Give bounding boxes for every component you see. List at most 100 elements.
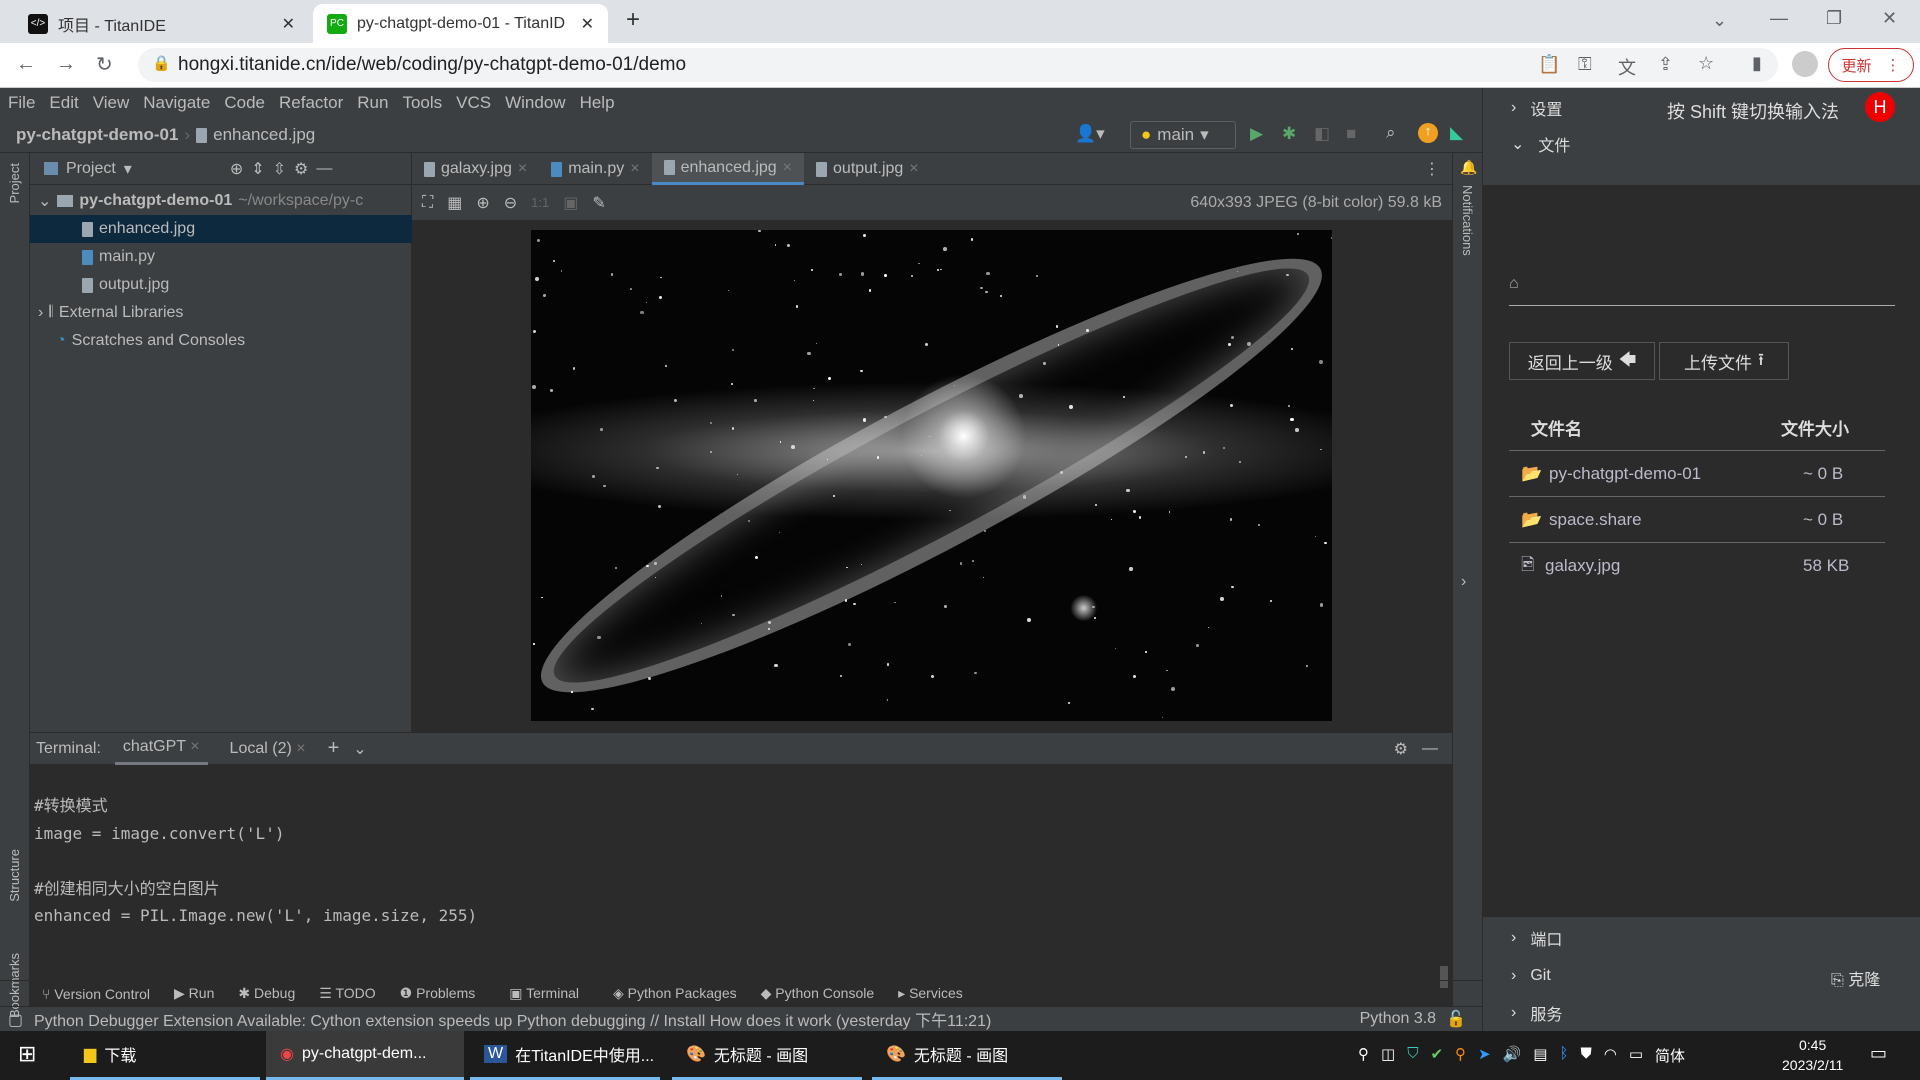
tray-icon[interactable]: ✔ [1430, 1045, 1443, 1066]
zoom-out-icon[interactable]: ⊖ [504, 193, 517, 213]
close-icon[interactable]: × [783, 159, 792, 177]
breadcrumb-project[interactable]: py-chatgpt-demo-01 [16, 125, 178, 145]
battery-icon[interactable]: ▭ [1629, 1045, 1643, 1066]
taskbar-item-downloads[interactable]: ▆ 下载 [70, 1031, 260, 1080]
status-message[interactable]: Python Debugger Extension Available: Cyt… [34, 1007, 991, 1031]
hide-icon[interactable]: — [316, 160, 332, 178]
minimize-icon[interactable]: — [1770, 8, 1788, 29]
add-terminal-icon[interactable]: + [328, 737, 340, 760]
clipboard-icon[interactable]: 📋 [1538, 54, 1560, 75]
more-tabs-icon[interactable]: ⋮ [1412, 153, 1452, 184]
taskbar-item-chrome[interactable]: ◉ py-chatgpt-dem... [266, 1031, 464, 1080]
bookmark-star-icon[interactable]: ☆ [1698, 53, 1714, 74]
search-tray-icon[interactable]: ⚲ [1455, 1045, 1466, 1066]
chevron-down-icon[interactable]: ▾ [124, 159, 132, 179]
close-tab-icon[interactable]: ✕ [581, 14, 594, 34]
tool-python-console[interactable]: ◆ Python Console [761, 985, 875, 1002]
menu-run[interactable]: Run [357, 93, 388, 113]
profile-avatar[interactable] [1792, 51, 1818, 77]
bluetooth-icon[interactable]: ᛒ [1559, 1045, 1568, 1066]
tool-problems[interactable]: ❶ Problems [400, 985, 476, 1002]
terminal-output[interactable]: #转换模式 image = image.convert('L') #创建相同大小… [34, 792, 477, 930]
tool-debug[interactable]: ✱ Debug [238, 985, 295, 1002]
close-icon[interactable]: × [518, 160, 527, 178]
coverage-icon[interactable]: ◧ [1314, 124, 1330, 144]
file-row[interactable]: 📂 space.share ~ 0 B [1509, 497, 1885, 543]
menu-tools[interactable]: Tools [402, 93, 442, 113]
git-section[interactable]: › Git [1511, 961, 1551, 991]
close-icon[interactable]: × [630, 160, 639, 178]
locate-icon[interactable]: ⊕ [230, 159, 243, 179]
tree-file[interactable]: enhanced.jpg [30, 215, 412, 243]
tab-galaxy[interactable]: galaxy.jpg × [412, 153, 539, 185]
file-row[interactable]: 📂 py-chatgpt-demo-01 ~ 0 B [1509, 451, 1885, 497]
tab-output[interactable]: output.jpg × [804, 153, 931, 185]
menu-view[interactable]: View [93, 93, 130, 113]
close-window-icon[interactable]: ✕ [1882, 8, 1897, 29]
tool-run[interactable]: ▶ Run [174, 985, 214, 1002]
key-icon[interactable]: ⚿ [1578, 54, 1592, 75]
forward-icon[interactable]: → [56, 53, 76, 76]
send-icon[interactable]: ➤ [1478, 1045, 1491, 1066]
gear-icon[interactable]: ⚙ [1394, 739, 1408, 759]
wifi-icon[interactable]: ◠ [1604, 1045, 1617, 1066]
close-icon[interactable]: × [909, 160, 918, 178]
tray-icon[interactable]: ⚲ [1358, 1045, 1369, 1066]
tool-todo[interactable]: ☰ TODO [319, 985, 375, 1002]
layout-icon[interactable]: ▢ [8, 1010, 23, 1030]
user-avatar[interactable]: H [1865, 92, 1895, 122]
menu-vcs[interactable]: VCS [456, 93, 491, 113]
tree-scratches[interactable]: ◔ Scratches and Consoles [30, 327, 412, 355]
grid-icon[interactable]: ▦ [447, 193, 462, 213]
tab-main[interactable]: main.py × [539, 153, 651, 185]
update-ide-icon[interactable]: ↑ [1418, 123, 1438, 143]
breadcrumb-file[interactable]: enhanced.jpg [213, 125, 315, 145]
chevron-right-icon[interactable]: › [1461, 573, 1466, 591]
hide-icon[interactable]: — [1422, 740, 1452, 758]
lock-icon[interactable]: 🔓 [1436, 1009, 1482, 1029]
zoom-in-icon[interactable]: ⊕ [476, 193, 489, 213]
project-view-selector[interactable]: Project [66, 160, 116, 178]
reload-icon[interactable]: ↻ [96, 52, 113, 77]
url-bar[interactable]: 🔒 hongxi.titanide.cn/ide/web/coding/py-ch… [138, 48, 1778, 82]
gear-icon[interactable]: ⚙ [294, 159, 308, 179]
notification-center-icon[interactable]: ▭ [1870, 1043, 1887, 1064]
tool-version-control[interactable]: ⑂ Version Control [42, 986, 150, 1002]
shield-icon[interactable]: ⛉ [1407, 1045, 1418, 1066]
menu-file[interactable]: File [8, 93, 35, 113]
display-icon[interactable]: ▤ [1533, 1045, 1547, 1066]
taskbar-item-paint[interactable]: 🎨 无标题 - 画图 [672, 1031, 862, 1080]
upload-button[interactable]: 上传文件 ⭱ [1659, 342, 1789, 380]
terminal-tab-local[interactable]: Local (2) × [222, 734, 314, 764]
back-icon[interactable]: ← [16, 53, 36, 76]
files-section[interactable]: ⌄ 文件 [1511, 129, 1570, 159]
ime-indicator[interactable]: 简体 [1655, 1045, 1685, 1066]
search-icon[interactable]: ⌕ [1386, 123, 1396, 143]
new-tab-icon[interactable]: + [626, 6, 640, 34]
tab-search-icon[interactable]: ⌄ [1712, 10, 1727, 31]
chevron-down-icon[interactable]: ⌄ [353, 739, 366, 759]
color-picker-icon[interactable]: ✎ [592, 193, 605, 213]
security-icon[interactable]: ⛊ [1581, 1045, 1592, 1066]
actual-size-button[interactable]: 1:1 [531, 195, 549, 210]
browser-tab[interactable]: </> 项目 - TitanIDE ✕ [14, 4, 309, 43]
structure-tool-button[interactable]: Structure [7, 849, 22, 902]
user-icon[interactable]: 👤▾ [1075, 124, 1105, 144]
taskbar-item-word[interactable]: W 在TitanIDE中使用... [470, 1031, 660, 1080]
close-icon[interactable]: × [296, 740, 305, 757]
fit-icon[interactable]: ⛶ [422, 194, 433, 212]
close-icon[interactable]: × [190, 738, 199, 755]
menu-navigate[interactable]: Navigate [143, 93, 210, 113]
windows-start-icon[interactable]: ⊞ [18, 1041, 36, 1067]
terminal-tab-chatgpt[interactable]: chatGPT × [114, 732, 208, 765]
bell-icon[interactable]: 🔔 [1460, 159, 1477, 176]
tool-terminal[interactable]: ▣ Terminal [499, 981, 590, 1006]
project-tool-button[interactable]: Project [7, 163, 22, 203]
settings-section[interactable]: › 设置 [1511, 93, 1562, 123]
close-tab-icon[interactable]: ✕ [282, 14, 295, 34]
menu-refactor[interactable]: Refactor [279, 93, 343, 113]
tree-file[interactable]: output.jpg [30, 271, 412, 299]
run-icon[interactable]: ▶ [1250, 124, 1263, 144]
translate-icon[interactable]: 文 [1618, 54, 1636, 80]
volume-icon[interactable]: 🔊 [1503, 1045, 1522, 1066]
